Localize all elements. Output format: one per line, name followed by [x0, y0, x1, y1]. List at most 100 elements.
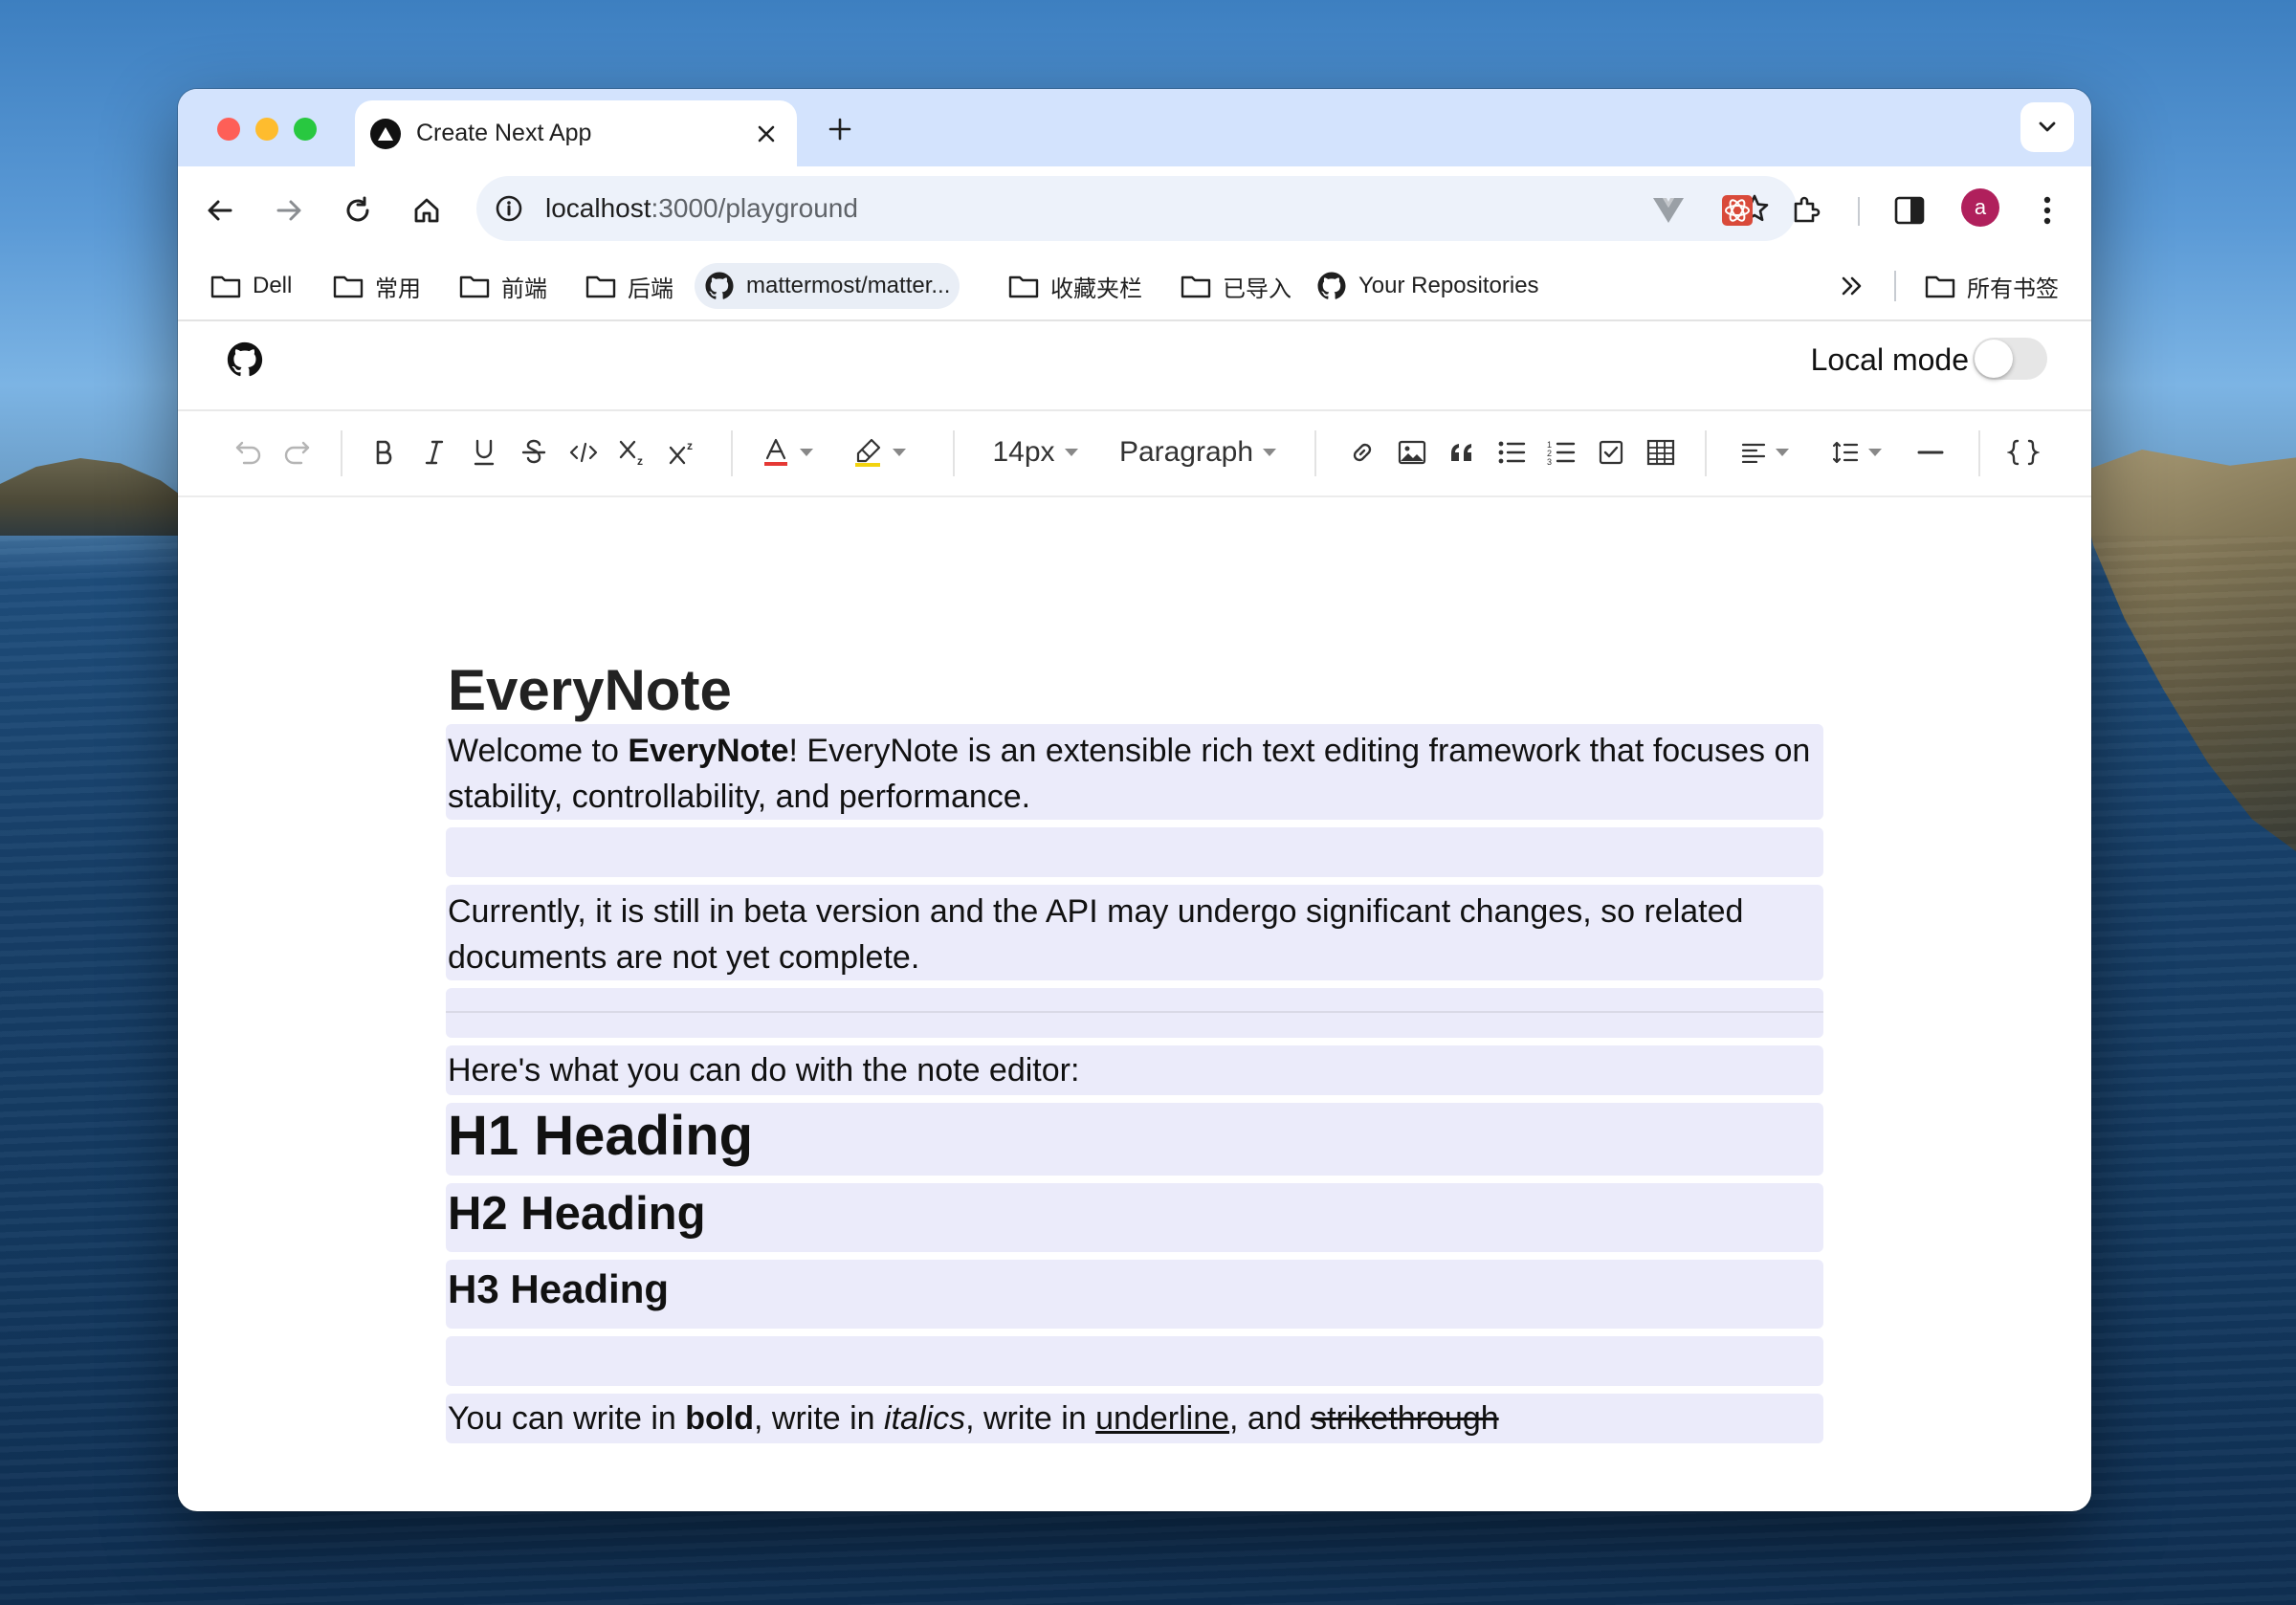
- formatting-part: , and: [1229, 1400, 1312, 1437]
- paragraph-beta-note[interactable]: Currently, it is still in beta version a…: [446, 885, 1823, 980]
- tab-search-button[interactable]: [2020, 102, 2074, 152]
- heading-1-block[interactable]: H1 Heading: [446, 1103, 1823, 1176]
- blockquote-button[interactable]: [1441, 429, 1483, 476]
- ordered-list-button[interactable]: 123: [1540, 429, 1582, 476]
- bookmark-folder-frontend[interactable]: 前端: [450, 263, 557, 309]
- caret-down-icon: [1263, 449, 1277, 456]
- strikethrough-button[interactable]: [513, 429, 555, 476]
- zoom-window-button[interactable]: [294, 118, 317, 141]
- github-logo-icon[interactable]: [226, 341, 264, 379]
- bookmark-label: 常用: [375, 275, 421, 302]
- bold-button[interactable]: [364, 429, 406, 476]
- horizontal-rule-block[interactable]: [446, 988, 1823, 1038]
- empty-paragraph[interactable]: [446, 827, 1823, 877]
- new-tab-button[interactable]: [819, 108, 861, 150]
- horizontal-rule-icon: [1917, 451, 1944, 454]
- font-size-select[interactable]: 14px: [987, 429, 1083, 476]
- bullet-list-button[interactable]: [1490, 429, 1533, 476]
- inline-code-button[interactable]: [563, 429, 605, 476]
- heading-2-block[interactable]: H2 Heading: [446, 1183, 1823, 1252]
- line-height-button[interactable]: [1825, 429, 1888, 476]
- braces-icon: [2007, 439, 2040, 466]
- highlight-color-button[interactable]: [848, 429, 911, 476]
- document-title[interactable]: EveryNote: [448, 657, 732, 723]
- heading-3-block[interactable]: H3 Heading: [446, 1260, 1823, 1329]
- forward-button[interactable]: [262, 184, 316, 237]
- text-align-button[interactable]: [1733, 429, 1797, 476]
- vercel-favicon-icon: [370, 118, 401, 149]
- subscript-button[interactable]: z: [612, 429, 654, 476]
- editor-toolbar-divider: [178, 495, 2091, 497]
- home-button[interactable]: [400, 184, 453, 237]
- browser-toolbar: localhost:3000/playground: [178, 166, 2091, 257]
- paragraph-formatting[interactable]: You can write in bold, write in italics,…: [446, 1394, 1823, 1443]
- task-list-button[interactable]: [1590, 429, 1632, 476]
- react-devtools-extension-icon[interactable]: [1711, 184, 1764, 237]
- bookmark-folder-backend[interactable]: 后端: [576, 263, 683, 309]
- url-text[interactable]: localhost:3000/playground: [545, 193, 1732, 224]
- superscript-icon: z: [669, 439, 693, 465]
- profile-avatar[interactable]: a: [1961, 188, 1999, 227]
- ordered-list-icon: 123: [1547, 440, 1576, 466]
- undo-button[interactable]: [228, 429, 270, 476]
- svg-text:3: 3: [1547, 457, 1552, 466]
- intro-bold: EveryNote: [628, 733, 789, 769]
- chevron-down-icon: [2039, 121, 2056, 132]
- font-size-value: 14px: [992, 436, 1055, 468]
- formatting-italic: italics: [884, 1400, 966, 1437]
- tab-create-next-app[interactable]: Create Next App: [355, 100, 797, 166]
- folder-icon: [585, 275, 616, 298]
- insert-image-button[interactable]: [1391, 429, 1433, 476]
- toolbar-separator: [1314, 430, 1316, 476]
- code-block-button[interactable]: [1999, 429, 2047, 476]
- reload-button[interactable]: [331, 184, 385, 237]
- caret-down-icon: [1064, 449, 1078, 456]
- toggle-knob: [1975, 340, 2013, 378]
- empty-paragraph[interactable]: [446, 1336, 1823, 1386]
- bookmark-your-repositories[interactable]: Your Repositories: [1307, 263, 1549, 309]
- back-button[interactable]: [193, 184, 247, 237]
- block-type-select[interactable]: Paragraph: [1114, 429, 1282, 476]
- close-tab-icon[interactable]: [747, 115, 785, 153]
- heading-2: H2 Heading: [448, 1188, 706, 1240]
- bookmark-folder-imported[interactable]: 已导入: [1171, 263, 1301, 309]
- insert-table-button[interactable]: [1640, 429, 1682, 476]
- horizontal-rule-button[interactable]: [1910, 429, 1952, 476]
- toolbar-separator: [953, 430, 955, 476]
- bookmark-folder-dell[interactable]: Dell: [201, 263, 301, 309]
- redo-icon: [284, 441, 310, 465]
- italic-button[interactable]: [413, 429, 455, 476]
- editor-toolbar: z z 14px Paragraph 1 2 3: [178, 411, 2091, 495]
- bookmark-mattermost[interactable]: mattermost/matter...: [695, 263, 960, 309]
- minimize-window-button[interactable]: [255, 118, 278, 141]
- bookmark-folder-favorites[interactable]: 收藏夹栏: [999, 263, 1152, 309]
- svg-text:z: z: [687, 439, 693, 452]
- underline-button[interactable]: [463, 429, 505, 476]
- insert-link-button[interactable]: [1341, 429, 1383, 476]
- redo-button[interactable]: [276, 429, 318, 476]
- bookmark-folder-all[interactable]: 所有书签: [1915, 263, 2068, 309]
- side-panel-icon[interactable]: [1883, 184, 1936, 237]
- quote-icon: [1451, 444, 1471, 461]
- strikethrough-icon: [521, 439, 546, 464]
- superscript-button[interactable]: z: [662, 429, 704, 476]
- toolbar-separator: [731, 430, 733, 476]
- image-icon: [1398, 440, 1426, 465]
- lead-text: Here's what you can do with the note edi…: [448, 1052, 1080, 1088]
- toolbar-separator: [1858, 197, 1860, 226]
- extensions-puzzle-icon[interactable]: [1779, 184, 1833, 237]
- menu-kebab-icon[interactable]: [2020, 184, 2074, 237]
- bookmarks-overflow-icon[interactable]: [1833, 269, 1871, 303]
- close-window-button[interactable]: [217, 118, 240, 141]
- vue-devtools-extension-icon[interactable]: [1642, 184, 1695, 237]
- paragraph-intro[interactable]: Welcome to EveryNote! EveryNote is an ex…: [446, 724, 1823, 820]
- text-color-button[interactable]: [756, 429, 819, 476]
- intro-prefix: Welcome to: [448, 733, 629, 769]
- local-mode-toggle[interactable]: [1973, 338, 2047, 380]
- paragraph-lead[interactable]: Here's what you can do with the note edi…: [446, 1045, 1823, 1095]
- bookmark-folder-common[interactable]: 常用: [323, 263, 430, 309]
- link-icon: [1353, 443, 1372, 462]
- formatting-part: , write in: [754, 1400, 885, 1437]
- site-info-icon[interactable]: [490, 189, 528, 228]
- address-bar[interactable]: localhost:3000/playground: [476, 176, 1797, 241]
